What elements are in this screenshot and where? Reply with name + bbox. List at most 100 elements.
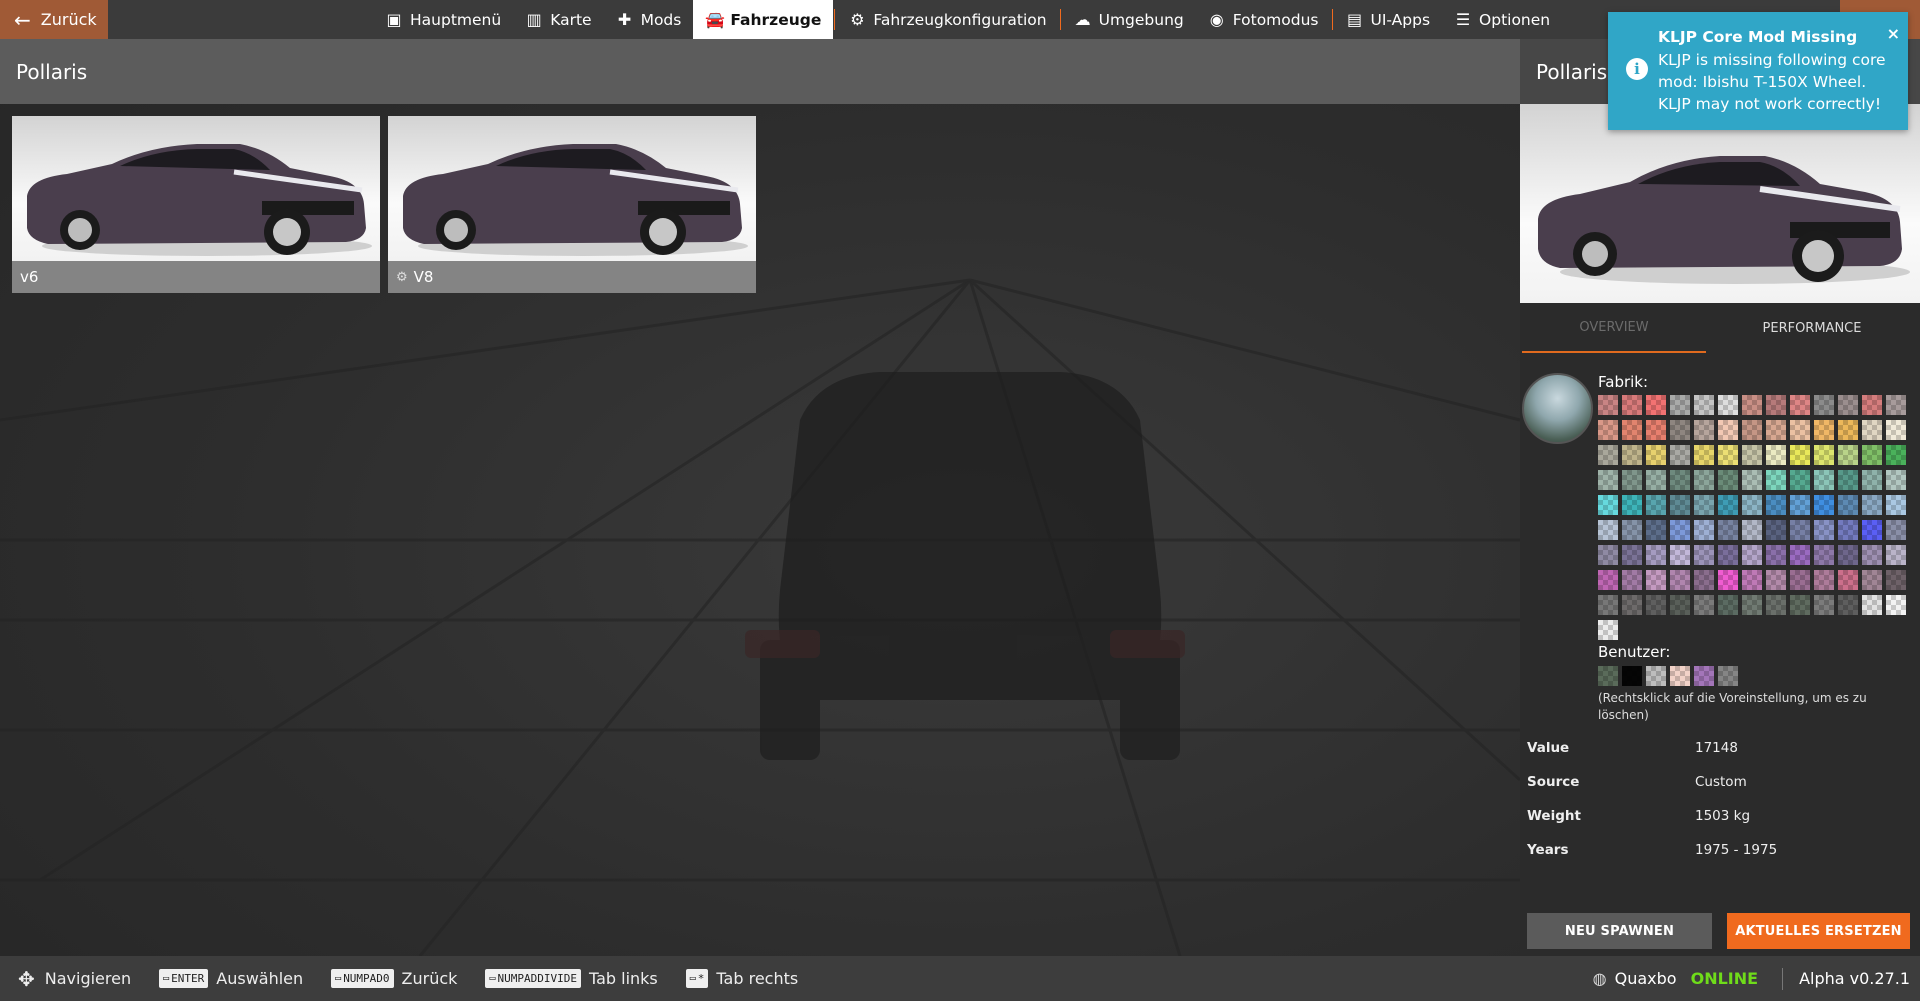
color-swatch[interactable] [1718,495,1738,515]
color-swatch[interactable] [1646,495,1666,515]
color-swatch[interactable] [1766,420,1786,440]
replace-current-button[interactable]: AKTUELLES ERSETZEN [1727,913,1910,949]
color-swatch[interactable] [1814,495,1834,515]
color-swatch[interactable] [1598,420,1618,440]
color-swatch[interactable] [1622,545,1642,565]
color-swatch[interactable] [1694,445,1714,465]
config-card-v6[interactable]: v6 [12,116,380,293]
color-swatch[interactable] [1766,395,1786,415]
color-swatch[interactable] [1886,570,1906,590]
color-swatch[interactable] [1862,420,1882,440]
color-swatch[interactable] [1886,595,1906,615]
color-swatch[interactable] [1598,470,1618,490]
color-swatch[interactable] [1886,470,1906,490]
color-swatch[interactable] [1598,495,1618,515]
color-swatch[interactable] [1670,570,1690,590]
color-swatch[interactable] [1694,395,1714,415]
respawn-button[interactable]: NEU SPAWNEN [1527,913,1712,949]
color-swatch[interactable] [1694,420,1714,440]
user-color-swatch[interactable] [1718,666,1738,686]
color-swatch[interactable] [1790,495,1810,515]
color-swatch[interactable] [1646,420,1666,440]
color-swatch[interactable] [1598,620,1618,640]
menu-item-umgebung[interactable]: ☁ Umgebung [1062,0,1196,39]
color-swatch[interactable] [1862,595,1882,615]
menu-item-optionen[interactable]: ☰ Optionen [1442,0,1562,39]
color-swatch[interactable] [1622,495,1642,515]
color-swatch[interactable] [1838,545,1858,565]
color-swatch[interactable] [1886,520,1906,540]
color-swatch[interactable] [1694,570,1714,590]
color-swatch[interactable] [1622,570,1642,590]
color-swatch[interactable] [1766,445,1786,465]
color-swatch[interactable] [1598,395,1618,415]
color-swatch[interactable] [1622,445,1642,465]
color-swatch[interactable] [1790,470,1810,490]
color-swatch[interactable] [1598,570,1618,590]
color-swatch[interactable] [1862,395,1882,415]
color-swatch[interactable] [1670,520,1690,540]
close-icon[interactable]: × [1887,24,1900,43]
color-swatch[interactable] [1718,570,1738,590]
color-swatch[interactable] [1862,545,1882,565]
color-swatch[interactable] [1718,445,1738,465]
color-swatch[interactable] [1838,420,1858,440]
config-card-v8[interactable]: ⚙ V8 [388,116,756,293]
color-swatch[interactable] [1598,545,1618,565]
color-swatch[interactable] [1790,395,1810,415]
color-swatch[interactable] [1670,470,1690,490]
color-swatch[interactable] [1718,520,1738,540]
tab-overview[interactable]: OVERVIEW [1522,303,1706,353]
color-swatch[interactable] [1646,570,1666,590]
color-swatch[interactable] [1814,570,1834,590]
color-swatch[interactable] [1694,595,1714,615]
color-swatch[interactable] [1766,470,1786,490]
color-swatch[interactable] [1670,545,1690,565]
color-swatch[interactable] [1718,595,1738,615]
color-swatch[interactable] [1766,570,1786,590]
color-swatch[interactable] [1766,520,1786,540]
color-swatch[interactable] [1670,420,1690,440]
color-swatch[interactable] [1670,495,1690,515]
color-swatch[interactable] [1622,420,1642,440]
color-swatch[interactable] [1862,495,1882,515]
color-swatch[interactable] [1694,520,1714,540]
color-swatch[interactable] [1742,520,1762,540]
color-swatch[interactable] [1862,445,1882,465]
color-swatch[interactable] [1646,520,1666,540]
menu-item-mods[interactable]: ✚ Mods [604,0,694,39]
color-swatch[interactable] [1790,445,1810,465]
color-swatch[interactable] [1646,470,1666,490]
color-swatch[interactable] [1790,595,1810,615]
color-swatch[interactable] [1814,420,1834,440]
color-swatch[interactable] [1622,470,1642,490]
color-swatch[interactable] [1718,545,1738,565]
color-swatch[interactable] [1742,545,1762,565]
color-swatch[interactable] [1742,445,1762,465]
color-swatch[interactable] [1838,395,1858,415]
color-swatch[interactable] [1766,545,1786,565]
color-swatch[interactable] [1814,470,1834,490]
color-swatch[interactable] [1790,420,1810,440]
color-swatch[interactable] [1814,545,1834,565]
color-swatch[interactable] [1838,445,1858,465]
color-swatch[interactable] [1838,470,1858,490]
menu-item-fahrzeugkonfiguration[interactable]: ⚙ Fahrzeugkonfiguration [836,0,1058,39]
menu-item-fotomodus[interactable]: ◉ Fotomodus [1196,0,1331,39]
color-swatch[interactable] [1814,520,1834,540]
color-swatch[interactable] [1814,395,1834,415]
color-swatch[interactable] [1838,495,1858,515]
color-swatch[interactable] [1742,420,1762,440]
color-swatch[interactable] [1814,595,1834,615]
tab-performance[interactable]: PERFORMANCE [1720,303,1904,353]
color-swatch[interactable] [1742,395,1762,415]
color-swatch[interactable] [1742,470,1762,490]
menu-item-ui-apps[interactable]: ▤ UI-Apps [1334,0,1443,39]
color-swatch[interactable] [1646,595,1666,615]
color-swatch[interactable] [1598,595,1618,615]
color-swatch[interactable] [1742,570,1762,590]
color-swatch[interactable] [1886,420,1906,440]
color-swatch[interactable] [1838,595,1858,615]
user-color-swatch[interactable] [1670,666,1690,686]
color-swatch[interactable] [1694,545,1714,565]
